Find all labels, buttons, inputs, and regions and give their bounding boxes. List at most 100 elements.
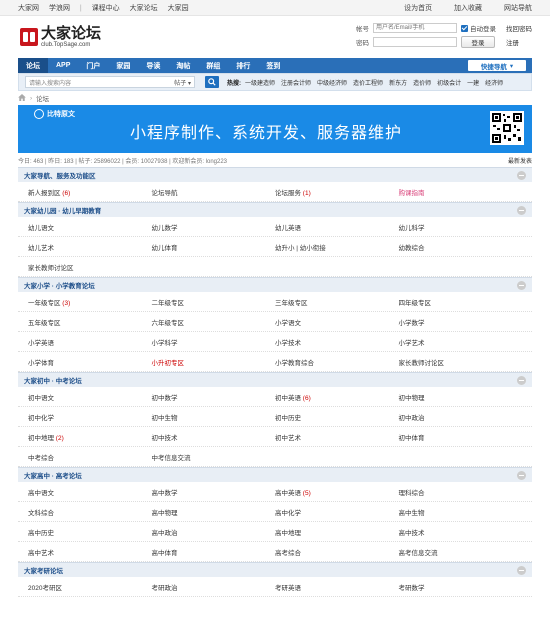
password-input[interactable] [373,37,457,47]
nav-guide[interactable]: 导读 [138,58,168,73]
forum-link[interactable]: 初中语文 [28,392,152,402]
forum-link[interactable]: 理科综合 [399,487,523,497]
top-link-courses[interactable]: 课程中心 [92,5,120,12]
forum-link[interactable]: 高中化学 [275,507,399,517]
add-favorite-link[interactable]: 加入收藏 [454,5,482,12]
forum-link[interactable]: 初中英语 (6) [275,392,399,402]
nav-collection[interactable]: 淘帖 [168,58,198,73]
forum-link[interactable]: 高中英语 (5) [275,487,399,497]
forum-link[interactable]: 高中数学 [152,487,276,497]
nav-app[interactable]: APP [48,58,78,73]
forum-link[interactable]: 小学体育 [28,357,152,367]
auto-login-checkbox[interactable]: 自动登录 [461,23,496,33]
forum-link[interactable]: 高中政治 [152,527,276,537]
hot-term[interactable]: 新东方 [389,78,407,87]
forum-link[interactable]: 小学英语 [28,337,152,347]
collapse-icon[interactable] [517,565,526,575]
forum-link[interactable]: 二年级专区 [152,297,276,307]
forum-link[interactable]: 高中地理 [275,527,399,537]
forum-link[interactable]: 小学教育综合 [275,357,399,367]
hot-term[interactable]: 中级经济师 [317,78,347,87]
forum-link[interactable]: 高中生物 [399,507,523,517]
collapse-icon[interactable] [517,470,526,480]
forum-link[interactable]: 2020考研区 [28,582,152,592]
category-title[interactable]: 大家考研论坛 [24,565,63,575]
forum-link[interactable]: 幼教综合 [399,242,523,252]
forum-link[interactable]: 幼儿数学 [152,222,276,232]
forum-link[interactable]: 幼儿科学 [399,222,523,232]
category-header[interactable]: 大家导航、服务及功能区 [18,167,532,182]
category-title[interactable]: 大家幼儿园 · 幼儿早期教育 [24,205,101,215]
forum-link[interactable]: 幼儿语文 [28,222,152,232]
forum-link[interactable]: 小学技术 [275,337,399,347]
register-link[interactable]: 注册 [506,37,532,51]
hot-term[interactable]: 经济师 [485,78,503,87]
search-scope-select[interactable]: 帖子 ▾ [174,78,191,87]
category-header[interactable]: 大家高中 · 高考论坛 [18,467,532,482]
nav-home[interactable]: 家园 [108,58,138,73]
collapse-icon[interactable] [517,280,526,290]
forum-link[interactable]: 初中地理 (2) [28,432,152,442]
nav-groups[interactable]: 群组 [198,58,228,73]
category-title[interactable]: 大家高中 · 高考论坛 [24,470,82,480]
ad-banner[interactable]: 比特原文 小程序制作、系统开发、服务器维护 [18,105,532,153]
forum-link[interactable]: 高中物理 [152,507,276,517]
forum-link[interactable]: 购课指南 [399,187,523,197]
forum-link[interactable]: 三年级专区 [275,297,399,307]
forum-link[interactable]: 文科综合 [28,507,152,517]
category-title[interactable]: 大家初中 · 中考论坛 [24,375,82,385]
account-input[interactable] [373,23,457,33]
hot-term[interactable]: 造价师 [413,78,431,87]
collapse-icon[interactable] [517,170,526,180]
forum-link[interactable]: 幼升小 | 幼小衔接 [275,242,399,252]
forum-link[interactable]: 高中历史 [28,527,152,537]
forum-link[interactable]: 初中物理 [399,392,523,402]
forum-link[interactable]: 小学数学 [399,317,523,327]
forum-link[interactable]: 初中政治 [399,412,523,422]
latest-posts-link[interactable]: 最新发表 [508,156,532,165]
forum-link[interactable]: 中考信息交流 [152,452,276,462]
forum-link[interactable]: 幼儿艺术 [28,242,152,252]
site-logo[interactable]: 大家论坛 club.TopSage.com [20,26,101,48]
forum-link[interactable]: 新人报到区 (6) [28,187,152,197]
forum-link[interactable]: 高中技术 [399,527,523,537]
login-button[interactable]: 登录 [461,36,495,48]
forum-link[interactable]: 小学艺术 [399,337,523,347]
forum-link[interactable]: 初中数学 [152,392,276,402]
category-header[interactable]: 大家考研论坛 [18,562,532,577]
search-input[interactable]: 请输入搜索内容 帖子 ▾ [25,76,195,88]
forum-link[interactable]: 初中艺术 [275,432,399,442]
forum-link[interactable]: 幼儿体育 [152,242,276,252]
hot-term[interactable]: 一级建造师 [245,78,275,87]
forum-link[interactable]: 高考信息交流 [399,547,523,557]
forum-link[interactable]: 中考综合 [28,452,152,462]
hot-term[interactable]: 注册会计师 [281,78,311,87]
forum-link[interactable]: 初中生物 [152,412,276,422]
category-header[interactable]: 大家小学 · 小学教育论坛 [18,277,532,292]
search-button[interactable] [205,76,219,88]
top-link-forum[interactable]: 大家论坛 [130,5,158,12]
category-header[interactable]: 大家初中 · 中考论坛 [18,372,532,387]
category-header[interactable]: 大家幼儿园 · 幼儿早期教育 [18,202,532,217]
forum-link[interactable]: 初中技术 [152,432,276,442]
forum-link[interactable]: 小升初专区 [152,357,276,367]
hot-term[interactable]: 初级会计 [437,78,461,87]
site-nav-link[interactable]: 网站导航 [504,5,532,12]
nav-forum[interactable]: 论坛 [18,58,48,73]
home-icon[interactable] [18,93,26,103]
top-link-dajia[interactable]: 大家网 [18,5,39,12]
forum-link[interactable]: 高考综合 [275,547,399,557]
forum-link[interactable]: 家长教师讨论区 [399,357,523,367]
forum-link[interactable]: 初中体育 [399,432,523,442]
top-link-xuelang[interactable]: 学浪网 [49,5,70,12]
forum-link[interactable]: 高中体育 [152,547,276,557]
collapse-icon[interactable] [517,375,526,385]
forum-link[interactable]: 小学语文 [275,317,399,327]
forum-link[interactable]: 四年级专区 [399,297,523,307]
nav-portal[interactable]: 门户 [78,58,108,73]
forum-link[interactable]: 小学科学 [152,337,276,347]
forum-link[interactable]: 论坛服务 (1) [275,187,399,197]
forum-link[interactable]: 高中艺术 [28,547,152,557]
collapse-icon[interactable] [517,205,526,215]
forum-link[interactable]: 六年级专区 [152,317,276,327]
